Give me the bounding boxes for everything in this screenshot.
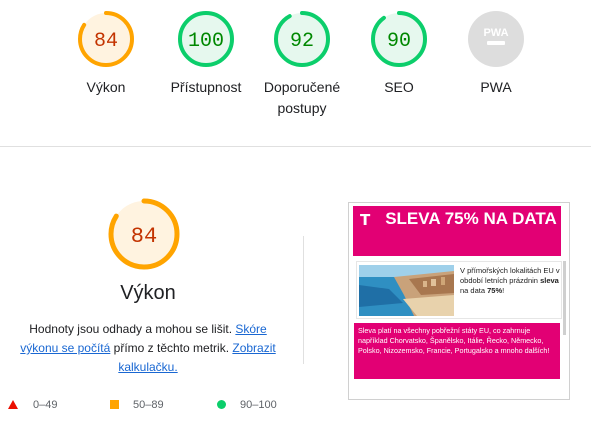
pass-circle-icon [217, 400, 226, 409]
performance-score: 84 [131, 224, 157, 249]
performance-gauge: 84 [108, 198, 180, 270]
gauge-seo[interactable]: 90 SEO [351, 9, 447, 98]
card-text-end: ! [502, 286, 505, 295]
legend-average-range: 50–89 [133, 399, 164, 411]
score-legend: 0–49 50–89 90–100 [0, 398, 296, 412]
beach-photo-image [359, 265, 454, 316]
pwa-badge-icon: PWA [468, 11, 524, 67]
gauge-pwa[interactable]: PWA PWA [448, 9, 544, 98]
gauge-score-accessibility: 100 [188, 30, 224, 53]
gauge-label-performance: Výkon [86, 79, 126, 95]
vertical-separator [303, 236, 304, 364]
desc-text-1: Hodnoty jsou odhady a mohou se lišit. [29, 322, 236, 336]
gauge-accessibility[interactable]: 100 Přístupnost [158, 9, 254, 98]
performance-title: Výkon [120, 282, 176, 304]
legend-pass-range: 90–100 [240, 399, 277, 411]
final-screenshot[interactable]: T SLEVA 75% NA DATA V přímořských lokali… [348, 202, 570, 400]
card-text-bold: sleva [540, 276, 559, 285]
gauge-ring-performance: 84 [78, 11, 134, 67]
gauge-label-pwa: PWA [480, 79, 512, 95]
gauge-performance[interactable]: 84 Výkon [58, 9, 154, 98]
card-text-bold2: 75% [487, 286, 503, 295]
beach-photo [359, 265, 454, 316]
promo-card-text: V přímořských lokalitách EU v období let… [460, 266, 560, 296]
gauge-score-performance: 84 [94, 30, 118, 53]
screenshot-scrollbar[interactable] [563, 261, 566, 335]
gauge-label-best-practices-line1: Doporučené [263, 79, 341, 95]
gauge-score-seo: 90 [387, 30, 411, 53]
legend-fail-range: 0–49 [33, 399, 58, 411]
performance-description: Hodnoty jsou odhady a mohou se lišit. Sk… [12, 320, 284, 377]
average-square-icon [110, 400, 119, 409]
promo-conditions: Sleva platí na všechny pobřežní státy EU… [354, 323, 560, 379]
gauge-ring-best-practices: 92 [274, 11, 330, 67]
promo-card: V přímořských lokalitách EU v období let… [356, 261, 562, 319]
telekom-logo: T [360, 211, 371, 229]
promo-headline: SLEVA 75% NA DATA [385, 209, 557, 228]
gauge-label-seo: SEO [384, 79, 414, 95]
section-divider [0, 146, 591, 147]
fail-triangle-icon [8, 400, 18, 409]
promo-conditions-text: Sleva platí na všechny pobřežní státy EU… [358, 326, 550, 355]
gauge-best-practices[interactable]: 92 Doporučené postupy [254, 9, 350, 119]
gauge-ring-seo: 90 [371, 11, 427, 67]
pwa-badge-text: PWA [483, 27, 508, 39]
gauge-label-best-practices-line2: postupy [277, 100, 327, 116]
category-gauges: 84 Výkon 100 Přístupnost 92 Doporučené p… [0, 0, 591, 146]
gauge-label-accessibility: Přístupnost [170, 79, 242, 95]
gauge-score-best-practices: 92 [290, 30, 314, 53]
promo-header: T SLEVA 75% NA DATA [353, 206, 561, 256]
desc-text-2: přímo z těchto metrik. [110, 341, 233, 355]
card-text-mid: na data [460, 286, 488, 295]
gauge-ring-accessibility: 100 [178, 11, 234, 67]
gauge-label-best-practices: Doporučené postupy [254, 77, 350, 119]
